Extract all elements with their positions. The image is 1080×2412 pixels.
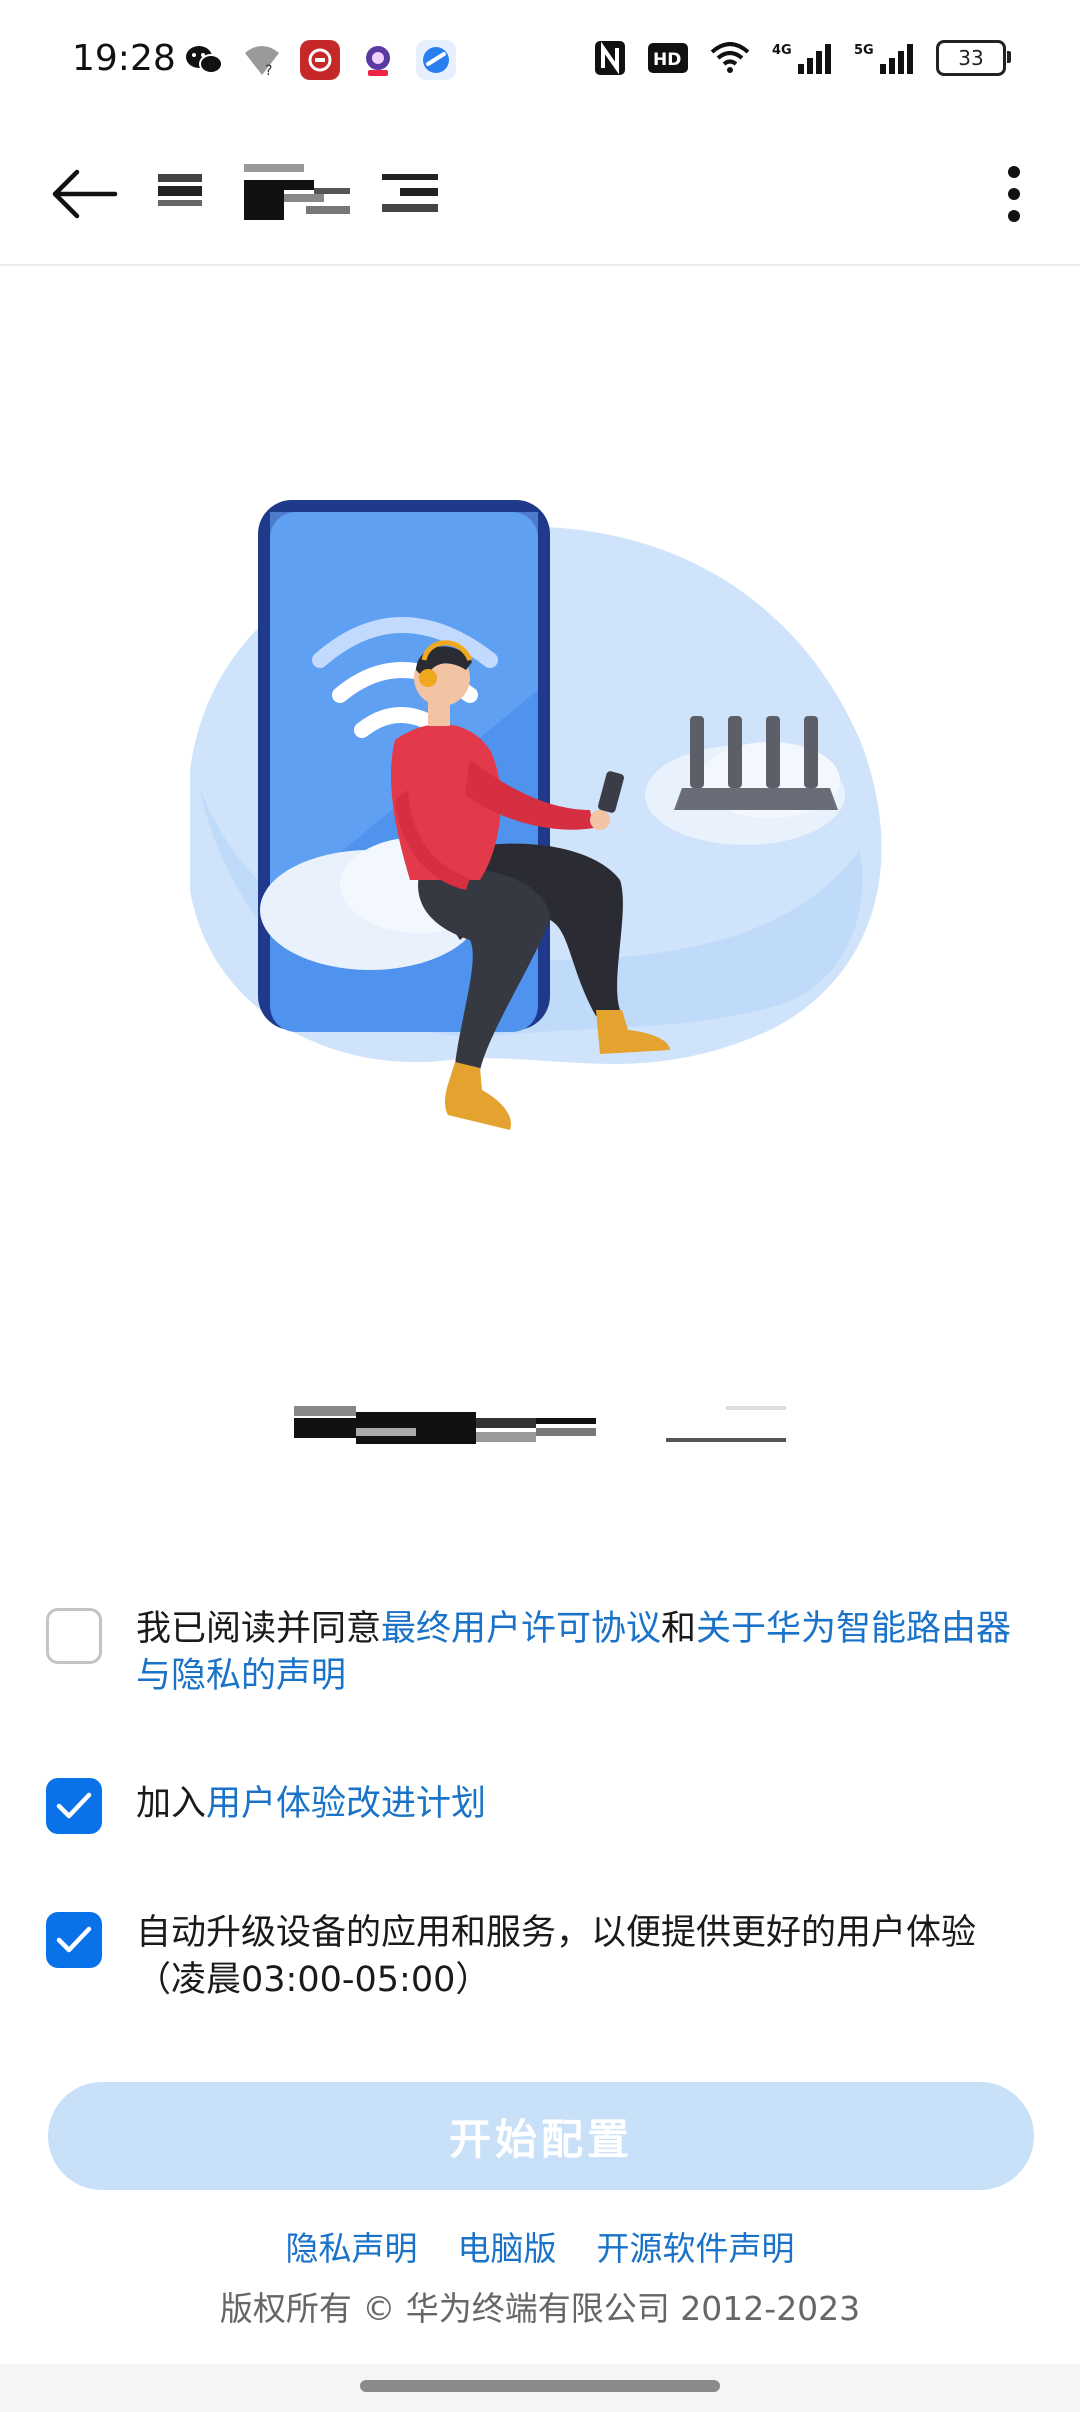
hd-icon: HD: [648, 38, 688, 78]
eula-checkbox[interactable]: [46, 1608, 102, 1664]
notification-icons: ?: [184, 40, 456, 80]
system-icons: HD 4G 5G 33: [594, 38, 1011, 78]
desktop-version-link[interactable]: 电脑版: [458, 2222, 557, 2270]
router-setup-illustration: [170, 490, 910, 1170]
4g-signal-icon: 4G: [772, 38, 832, 78]
eula-agreement-text: 我已阅读并同意最终用户许可协议和关于华为智能路由器与隐私的声明: [136, 1606, 1034, 1700]
page-title-redacted: [156, 160, 506, 226]
status-time: 19:28: [72, 38, 176, 79]
eula-conjunction: 和: [661, 1609, 697, 1649]
ux-program-prefix: 加入: [136, 1784, 207, 1824]
ux-program-link[interactable]: 用户体验改进计划: [206, 1784, 486, 1824]
privacy-link[interactable]: 隐私声明: [286, 2222, 418, 2270]
auto-upgrade-line1: 自动升级设备的应用和服务，以便提供更好的用户体验: [136, 1913, 977, 1953]
auto-upgrade-row[interactable]: 自动升级设备的应用和服务，以便提供更好的用户体验 （凌晨03:00-05:00）: [46, 1910, 1034, 2004]
start-config-button[interactable]: 开始配置: [48, 2082, 1034, 2190]
auto-upgrade-time-window: （凌晨03:00-05:00）: [136, 1960, 491, 2000]
auto-upgrade-checkbox[interactable]: [46, 1912, 102, 1968]
svg-text:4G: 4G: [772, 43, 792, 58]
ux-program-checkbox[interactable]: [46, 1778, 102, 1834]
auto-upgrade-text: 自动升级设备的应用和服务，以便提供更好的用户体验 （凌晨03:00-05:00）: [136, 1910, 976, 2004]
more-vertical-icon[interactable]: [974, 154, 1054, 234]
ux-program-row[interactable]: 加入用户体验改进计划: [46, 1776, 1034, 1834]
wifi-icon: [710, 38, 750, 78]
astronaut-app-icon: [358, 40, 398, 80]
device-name-redacted: [294, 1398, 786, 1450]
nfc-icon: [594, 38, 626, 78]
battery-icon: 33: [936, 40, 1011, 76]
blue-app-icon: [416, 40, 456, 80]
eula-link[interactable]: 最终用户许可协议: [381, 1609, 661, 1649]
status-bar: 19:28 ? HD 4G 5G 33: [0, 0, 1080, 120]
open-source-link[interactable]: 开源软件声明: [597, 2222, 795, 2270]
eula-agreement-row[interactable]: 我已阅读并同意最终用户许可协议和关于华为智能路由器与隐私的声明: [46, 1606, 1034, 1700]
red-app-icon: [300, 40, 340, 80]
footer-links: 隐私声明 电脑版 开源软件声明: [0, 2222, 1080, 2270]
svg-text:HD: HD: [653, 50, 681, 70]
ux-program-text: 加入用户体验改进计划: [136, 1776, 486, 1832]
eula-prefix: 我已阅读并同意: [136, 1609, 382, 1649]
top-app-bar: [0, 120, 1080, 266]
svg-text:?: ?: [265, 63, 272, 77]
home-indicator[interactable]: [360, 2380, 720, 2392]
wechat-icon: [184, 40, 224, 80]
battery-level: 33: [958, 46, 984, 70]
back-arrow-icon[interactable]: [44, 154, 124, 234]
svg-text:5G: 5G: [854, 43, 874, 58]
wifi-unknown-icon: ?: [242, 40, 282, 80]
5g-signal-icon: 5G: [854, 38, 914, 78]
copyright-text: 版权所有 © 华为终端有限公司 2012-2023: [219, 2289, 861, 2328]
